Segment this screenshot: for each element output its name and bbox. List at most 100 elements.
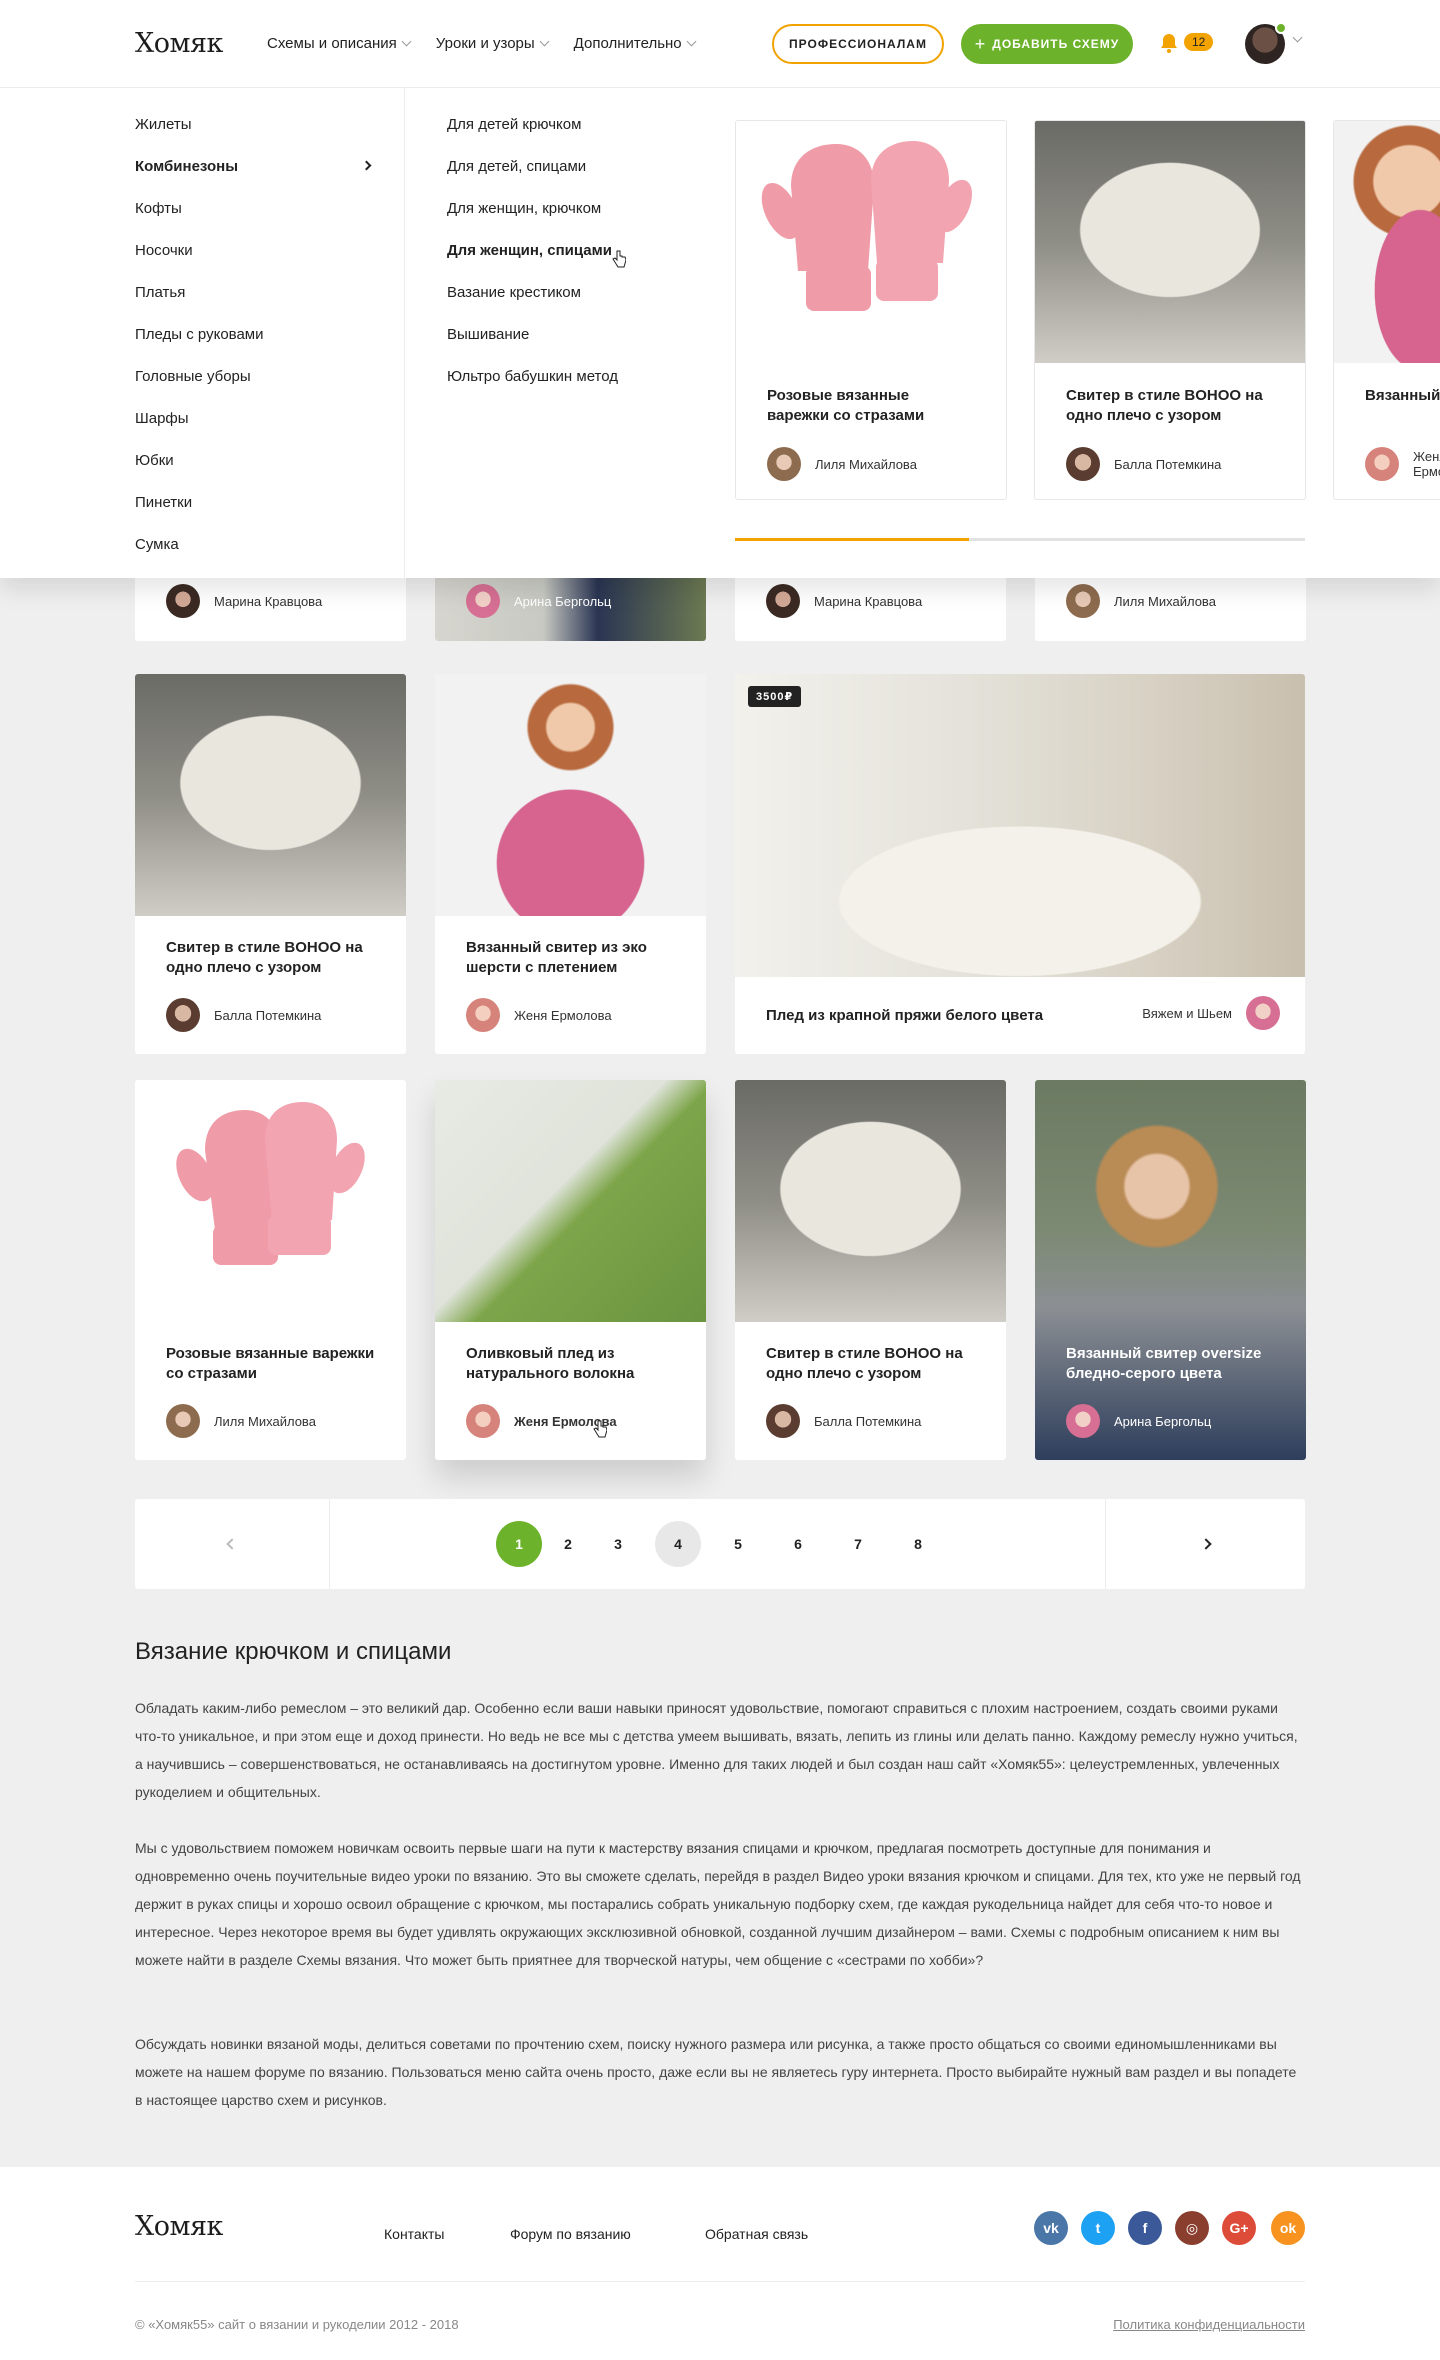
category-item[interactable]: Головные уборы — [135, 368, 370, 385]
card-author[interactable]: Балла Потемкина — [766, 1404, 921, 1438]
category-item[interactable]: Шарфы — [135, 410, 370, 427]
card-image — [735, 1080, 1006, 1322]
carousel-scroll-thumb[interactable] — [735, 538, 969, 541]
category-item[interactable]: Носочки — [135, 242, 370, 259]
card[interactable]: Розовые вязанные варежки со стразами Лил… — [135, 1080, 406, 1460]
google-plus-icon[interactable]: G+ — [1222, 2211, 1256, 2245]
card-title[interactable]: Вязанный свитер oversize бледно-серого ц… — [1066, 1344, 1276, 1384]
card[interactable]: Вязанный свитер из эко шерсти с плетение… — [435, 674, 706, 1054]
avatar — [466, 1404, 500, 1438]
card[interactable]: Свитер в стиле BOHOO на одно плечо с узо… — [135, 674, 406, 1054]
privacy-link[interactable]: Политика конфиденциальности — [1113, 2317, 1305, 2332]
card-title[interactable]: Свитер в стиле BOHOO на одно плечо с узо… — [166, 938, 376, 978]
card-hovered[interactable]: Оливковый плед из натурального волокна Ж… — [435, 1080, 706, 1460]
instagram-icon[interactable]: ◎ — [1175, 2211, 1209, 2245]
author-name: Женя Ермолова — [514, 1007, 612, 1023]
seo-title: Вязание крючком и спицами — [135, 1638, 452, 1665]
menu-card[interactable]: Свитер в стиле BOHOO на одно плечо с узо… — [1034, 120, 1306, 500]
page-8[interactable]: 8 — [895, 1521, 941, 1567]
category-item[interactable]: Кофты — [135, 200, 370, 217]
card-author[interactable]: Балла Потемкина — [1066, 447, 1221, 481]
mittens-image — [135, 1080, 406, 1322]
avatar — [1365, 447, 1399, 481]
card-author[interactable]: Марина Кравцова — [166, 584, 322, 618]
card-author[interactable]: Марина Кравцова — [766, 584, 922, 618]
card-title[interactable]: Вязанный свитер из эко шерсти с — [1365, 386, 1440, 406]
card[interactable]: Свитер в стиле BOHOO на одно плечо с узо… — [735, 1080, 1006, 1460]
page-7[interactable]: 7 — [835, 1521, 881, 1567]
menu-card[interactable]: Вязанный свитер из эко шерсти с Женя Ерм… — [1333, 120, 1440, 500]
professionals-button[interactable]: ПРОФЕССИОНАЛАМ — [772, 24, 944, 64]
next-page-button[interactable] — [1105, 1499, 1305, 1589]
page-3[interactable]: 3 — [595, 1521, 641, 1567]
card-title[interactable]: Свитер в стиле BOHOO на одно плечо с узо… — [766, 1344, 976, 1384]
card-author[interactable]: Арина Бергольц — [1066, 1404, 1211, 1438]
card-author[interactable]: Лиля Михайлова — [166, 1404, 316, 1438]
menu-card[interactable]: Розовые вязанные варежки со стразами Лил… — [735, 120, 1007, 500]
card-title[interactable]: Вязанный свитер из эко шерсти с плетение… — [466, 938, 676, 978]
prev-page-button[interactable] — [135, 1499, 330, 1589]
add-scheme-button[interactable]: + ДОБАВИТЬ СХЕМУ — [961, 24, 1133, 64]
category-item[interactable]: Пинетки — [135, 494, 370, 511]
card-author[interactable]: Лиля Михайлова — [767, 447, 917, 481]
page-1[interactable]: 1 — [496, 1521, 542, 1567]
twitter-icon[interactable]: t — [1081, 2211, 1115, 2245]
page-4[interactable]: 4 — [655, 1521, 701, 1567]
subcategory-item[interactable]: Для женщин, крючком — [447, 200, 601, 217]
card-title[interactable]: Розовые вязанные варежки со стразами — [166, 1344, 376, 1384]
avatar — [1066, 584, 1100, 618]
subcategory-item[interactable]: Для детей крючком — [447, 116, 581, 133]
card-title[interactable]: Плед из крапной пряжи белого цвета — [766, 1006, 1096, 1026]
chevron-down-icon[interactable] — [1292, 32, 1303, 43]
card-title[interactable]: Свитер в стиле BOHOO на одно плечо с узо… — [1066, 386, 1266, 426]
card-author[interactable]: Вяжем и Шьем — [1142, 996, 1280, 1030]
seo-paragraph: Обладать каким-либо ремеслом – это велик… — [135, 1700, 1298, 1800]
user-avatar[interactable] — [1245, 22, 1287, 64]
card-author[interactable]: Балла Потемкина — [166, 998, 321, 1032]
category-item[interactable]: Юбки — [135, 452, 370, 469]
bell-icon[interactable] — [1160, 33, 1178, 53]
facebook-icon[interactable]: f — [1128, 2211, 1162, 2245]
nav-item-lessons[interactable]: Уроки и узоры — [436, 35, 550, 52]
author-name: Арина Бергольц — [514, 593, 612, 609]
card-title[interactable]: Розовые вязанные варежки со стразами — [767, 386, 967, 426]
vk-icon[interactable]: vk — [1034, 2211, 1068, 2245]
page-2[interactable]: 2 — [545, 1521, 591, 1567]
chevron-down-icon — [686, 36, 697, 47]
page-5[interactable]: 5 — [715, 1521, 761, 1567]
footer-link-contacts[interactable]: Контакты — [384, 2226, 444, 2242]
card[interactable]: Вязанный свитер oversize бледно-серого ц… — [1035, 1080, 1306, 1460]
nav-item-schemes[interactable]: Схемы и описания — [267, 35, 412, 52]
card-image — [1035, 1080, 1306, 1460]
card-image — [435, 674, 706, 916]
avatar — [166, 998, 200, 1032]
avatar — [767, 447, 801, 481]
seo-paragraph: Обсуждать новинки вязаной моды, делиться… — [135, 2036, 1297, 2108]
card-author[interactable]: Женя Ермолова — [466, 998, 612, 1032]
subcategory-item[interactable]: Юльтро бабушкин метод — [447, 368, 618, 385]
card-author[interactable]: Арина Бергольц — [466, 584, 611, 618]
card-title[interactable]: Оливковый плед из натурального волокна — [466, 1344, 676, 1384]
category-item[interactable]: Жилеты — [135, 116, 370, 133]
avatar — [766, 1404, 800, 1438]
subcategory-item[interactable]: Для детей, спицами — [447, 158, 586, 175]
author-name: Арина Бергольц — [1114, 1413, 1212, 1429]
subcategory-item[interactable]: Вазание крестиком — [447, 284, 581, 301]
card-author[interactable]: Женя Ермолова — [1365, 447, 1440, 481]
card-author[interactable]: Лиля Михайлова — [1066, 584, 1216, 618]
page-6[interactable]: 6 — [775, 1521, 821, 1567]
category-item[interactable]: Сумка — [135, 536, 370, 553]
category-item-active[interactable]: Комбинезоны — [135, 158, 372, 175]
footer-link-forum[interactable]: Форум по вязанию — [510, 2226, 631, 2242]
category-item[interactable]: Пледы с руковами — [135, 326, 370, 343]
subcategory-item[interactable]: Вышивание — [447, 326, 529, 343]
price-badge: 3500₽ — [748, 686, 802, 707]
odnoklassniki-icon[interactable]: ok — [1271, 2211, 1305, 2245]
subcategory-item-active[interactable]: Для женщин, спицами — [447, 242, 612, 259]
card[interactable]: Плед из крапной пряжи белого цвета Вяжем… — [735, 674, 1305, 1054]
nav-item-more[interactable]: Дополнительно — [574, 35, 697, 52]
footer-logo[interactable]: Хомяк — [135, 2211, 223, 2242]
footer-link-feedback[interactable]: Обратная связь — [705, 2226, 808, 2242]
logo[interactable]: Хомяк — [135, 28, 223, 59]
category-item[interactable]: Платья — [135, 284, 370, 301]
